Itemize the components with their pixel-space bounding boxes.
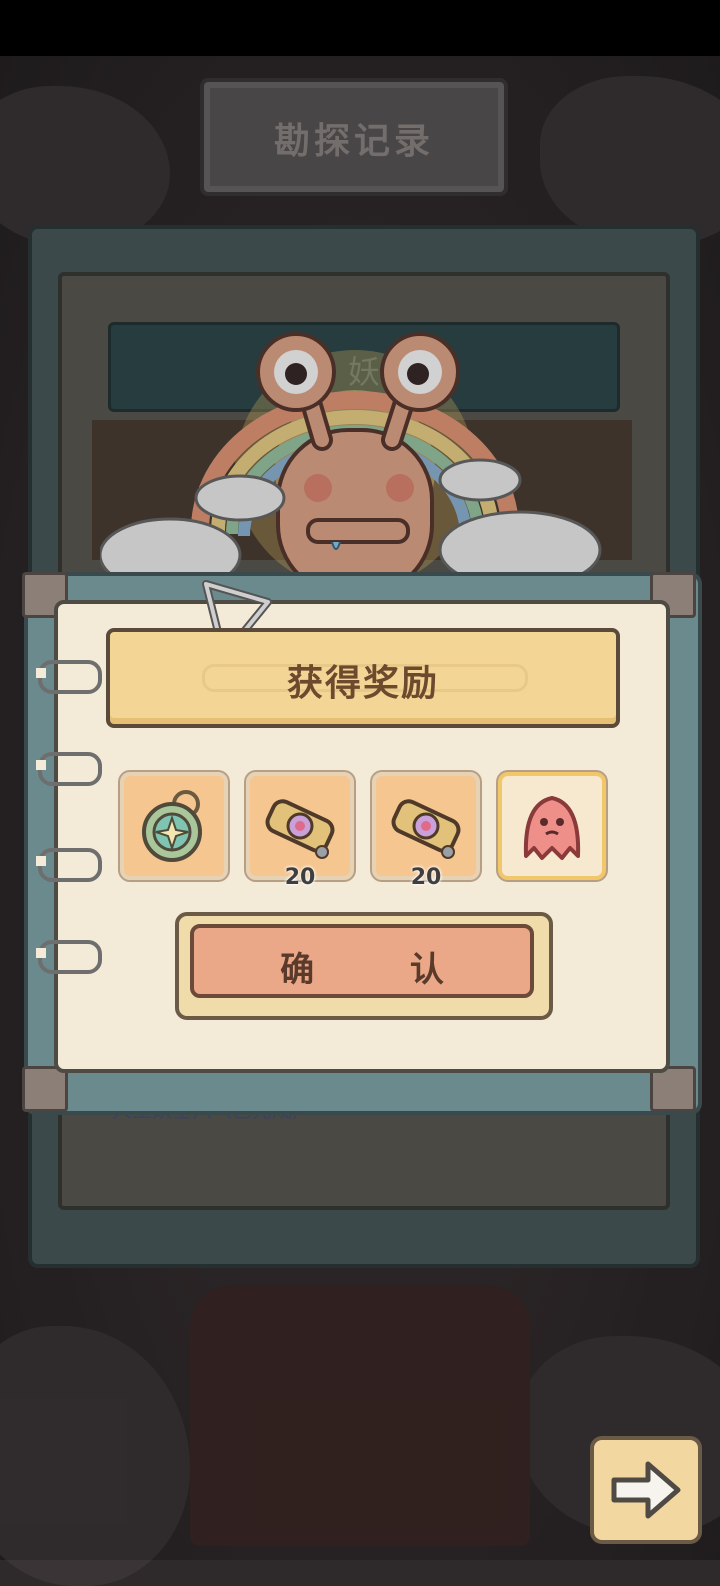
binder-ring-icon [36, 940, 102, 974]
reward-item-slot[interactable] [498, 772, 606, 880]
mechanical-cannon-icon [265, 799, 335, 859]
reward-item-slot[interactable]: 20 [246, 772, 354, 890]
status-bar [0, 0, 720, 56]
mechanical-cannon-icon [391, 799, 461, 859]
reward-title: 获得奖励 [286, 662, 439, 704]
confirm-button[interactable]: 确 认 [190, 924, 534, 998]
pink-ghost-icon [523, 796, 581, 860]
reward-item-slot[interactable]: 20 [372, 772, 480, 890]
reward-title-banner: 获得奖励 [106, 628, 620, 728]
next-button[interactable] [590, 1436, 702, 1544]
compass-amulet-icon [142, 790, 202, 862]
binder-ring-icon [36, 660, 102, 694]
reward-item-quantity: 20 [284, 865, 316, 890]
panel-corner [22, 1066, 68, 1112]
binder-ring-icon [36, 848, 102, 882]
reward-item-slot[interactable] [120, 772, 228, 880]
confirm-button-label: 确 认 [280, 950, 486, 990]
binder-ring-icon [36, 752, 102, 786]
reward-item-quantity: 20 [410, 865, 442, 890]
right-arrow-icon [611, 1461, 681, 1519]
